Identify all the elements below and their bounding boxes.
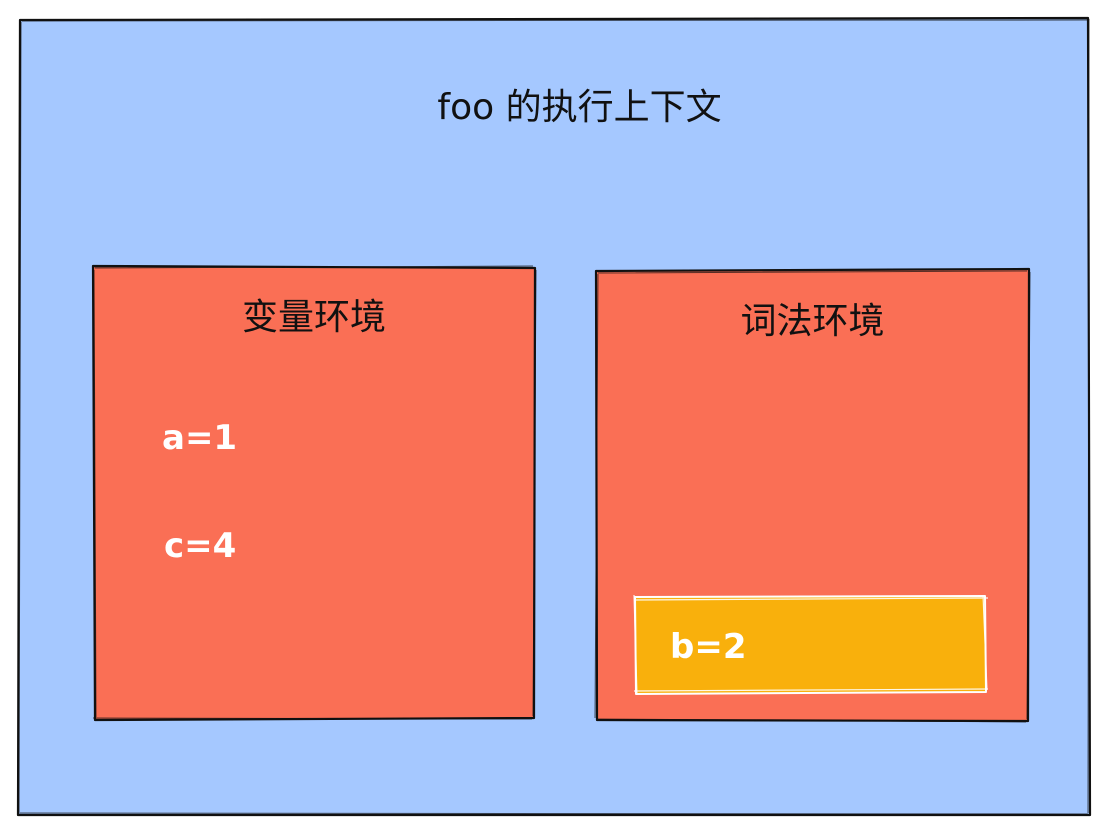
block-entry-b: b=2 xyxy=(670,627,747,667)
execution-context-title: foo 的执行上下文 xyxy=(437,87,722,128)
variable-environment-label: 变量环境 xyxy=(241,297,386,338)
lexical-environment-label: 词法环境 xyxy=(740,301,885,342)
variable-entry-a: a=1 xyxy=(162,418,238,458)
diagram-canvas: foo 的执行上下文 变量环境 a=1 c=4 词法环境 b=2 xyxy=(0,0,1109,834)
variable-entry-c: c=4 xyxy=(164,526,237,566)
